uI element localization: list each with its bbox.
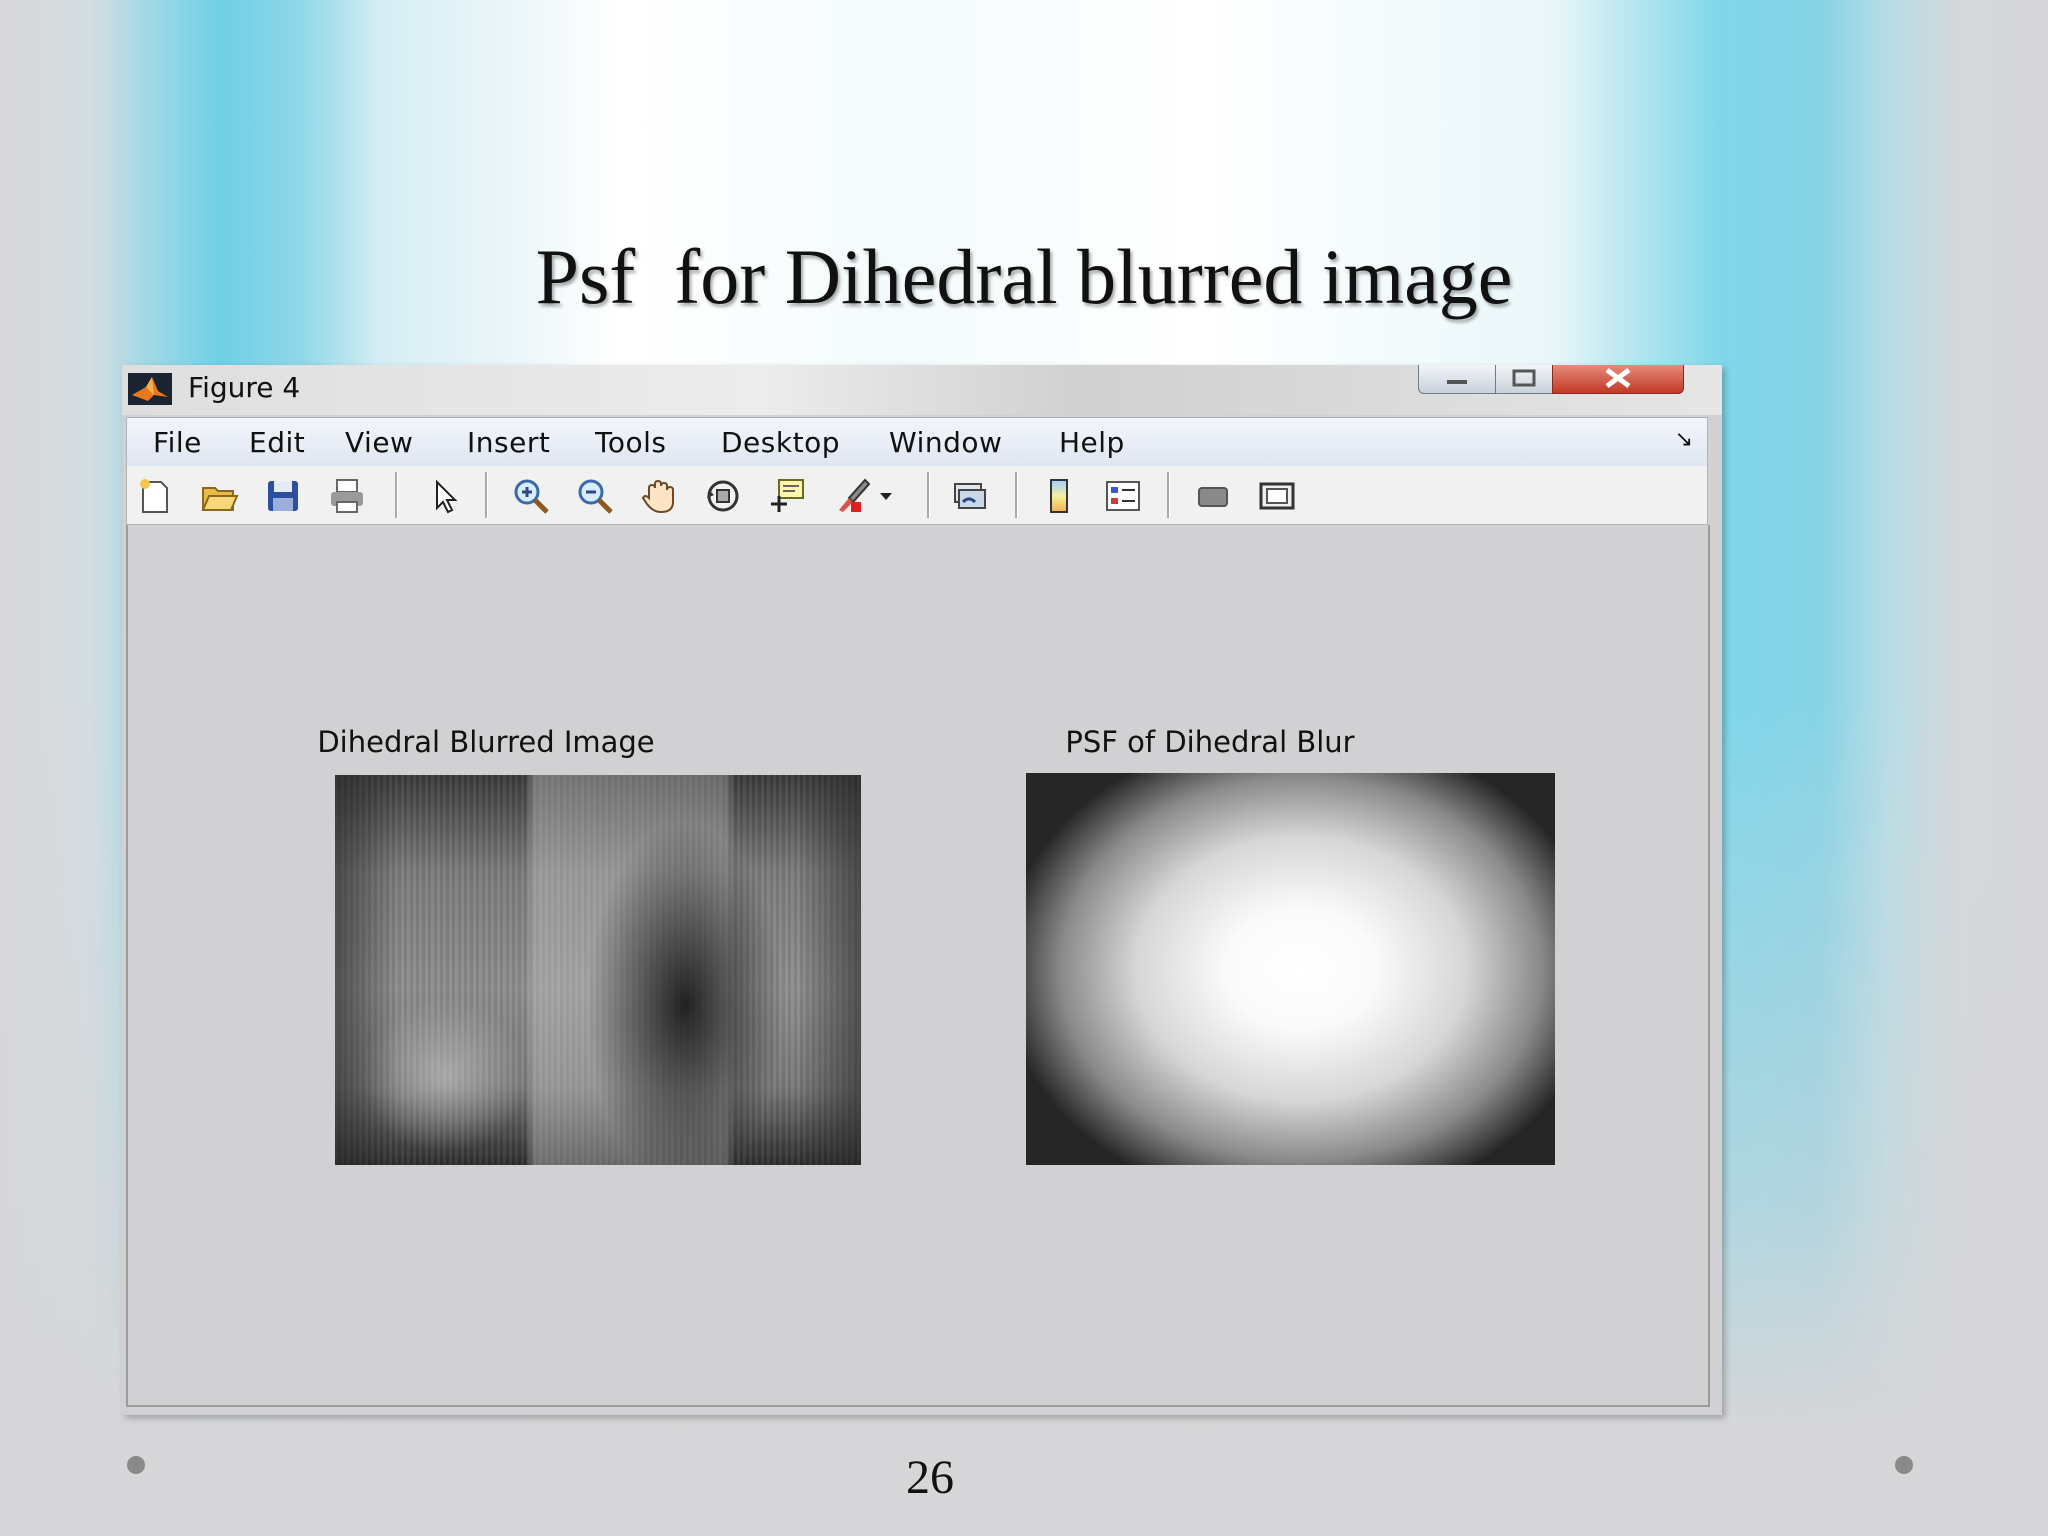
- brush-icon[interactable]: [831, 476, 871, 516]
- close-button[interactable]: [1552, 365, 1684, 394]
- blurred-image-vignette: [335, 775, 861, 1165]
- maximize-icon: [1512, 369, 1536, 387]
- slide-bullet-left: [127, 1456, 145, 1474]
- toolbar-separator: [1015, 472, 1018, 518]
- menu-tools[interactable]: Tools: [595, 426, 666, 459]
- figure-window: Figure 4 File Edit View Insert Tools Des…: [122, 365, 1722, 1415]
- menu-view[interactable]: View: [345, 426, 413, 459]
- menu-edit[interactable]: Edit: [249, 426, 305, 459]
- menu-bar: File Edit View Insert Tools Desktop Wind…: [126, 417, 1708, 467]
- toolbar-separator: [395, 472, 398, 518]
- legend-icon[interactable]: [1103, 476, 1143, 516]
- menu-desktop[interactable]: Desktop: [721, 426, 840, 459]
- menu-help[interactable]: Help: [1059, 426, 1125, 459]
- right-axes-title: PSF of Dihedral Blur: [1065, 725, 1355, 759]
- slide-bullet-right: [1895, 1456, 1913, 1474]
- colorbar-icon[interactable]: [1039, 476, 1079, 516]
- link-plot-icon[interactable]: [949, 476, 989, 516]
- hide-plot-tools-icon[interactable]: [1193, 476, 1233, 516]
- figure-canvas[interactable]: Dihedral Blurred Image PSF of Dihedral B…: [126, 525, 1710, 1407]
- dihedral-blurred-image[interactable]: [335, 775, 861, 1165]
- pan-hand-icon[interactable]: [639, 476, 679, 516]
- dropdown-arrow-icon[interactable]: [875, 476, 897, 516]
- rotate-3d-icon[interactable]: [703, 476, 743, 516]
- close-icon: [1605, 367, 1631, 389]
- left-axes-title: Dihedral Blurred Image: [317, 725, 655, 759]
- minimize-button[interactable]: [1418, 365, 1496, 394]
- toolbar-separator: [485, 472, 488, 518]
- window-title: Figure 4: [188, 371, 301, 404]
- psf-image[interactable]: [1026, 773, 1555, 1165]
- slide-title: Psf for Dihedral blurred image: [535, 233, 1513, 320]
- new-figure-icon[interactable]: [135, 476, 175, 516]
- zoom-in-icon[interactable]: [511, 476, 551, 516]
- edit-plot-arrow-icon[interactable]: [425, 476, 465, 516]
- maximize-button[interactable]: [1495, 365, 1553, 394]
- print-icon[interactable]: [327, 476, 367, 516]
- matlab-logo-icon: [128, 373, 172, 405]
- menu-window[interactable]: Window: [889, 426, 1002, 459]
- show-plot-tools-icon[interactable]: [1257, 476, 1297, 516]
- menu-file[interactable]: File: [153, 426, 202, 459]
- open-file-icon[interactable]: [199, 476, 239, 516]
- save-icon[interactable]: [263, 476, 303, 516]
- toolbar-separator: [1167, 472, 1170, 518]
- window-titlebar[interactable]: Figure 4: [122, 365, 1722, 415]
- minimize-icon: [1447, 380, 1467, 384]
- menu-insert[interactable]: Insert: [467, 426, 550, 459]
- zoom-out-icon[interactable]: [575, 476, 615, 516]
- data-cursor-icon[interactable]: [767, 476, 807, 516]
- page-number: 26: [906, 1451, 954, 1504]
- figure-toolbar: [126, 466, 1708, 525]
- toolbar-separator: [927, 472, 930, 518]
- dock-arrow-icon[interactable]: ↘: [1675, 426, 1693, 452]
